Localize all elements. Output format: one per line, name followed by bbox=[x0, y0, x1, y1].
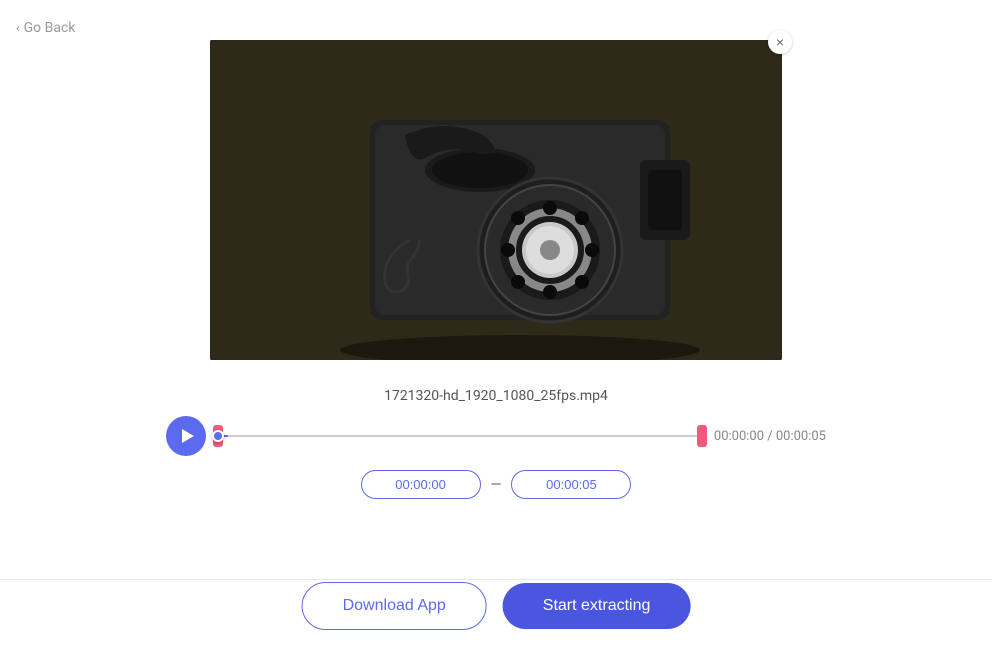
footer-divider bbox=[0, 579, 992, 580]
close-video-button[interactable]: × bbox=[768, 30, 792, 54]
go-back-label: Go Back bbox=[24, 20, 76, 36]
timeline-track[interactable] bbox=[218, 421, 702, 451]
chevron-left-icon: ‹ bbox=[16, 21, 20, 35]
time-display: 00:00:00 / 00:00:05 bbox=[714, 429, 826, 444]
phone-image-svg bbox=[210, 40, 782, 360]
video-preview: × bbox=[210, 40, 782, 360]
track-background bbox=[218, 435, 702, 437]
close-icon: × bbox=[776, 34, 784, 50]
time-range: — bbox=[361, 470, 632, 499]
player-controls: 00:00:00 / 00:00:05 bbox=[166, 416, 826, 456]
play-button[interactable] bbox=[166, 416, 206, 456]
play-icon bbox=[182, 429, 194, 443]
filename-label: 1721320-hd_1920_1080_25fps.mp4 bbox=[384, 388, 608, 404]
main-content: × bbox=[0, 0, 992, 499]
playhead[interactable] bbox=[212, 430, 224, 442]
go-back-button[interactable]: ‹ Go Back bbox=[16, 20, 75, 36]
download-app-button[interactable]: Download App bbox=[302, 582, 487, 630]
trim-handle-right[interactable] bbox=[697, 425, 707, 447]
player-section: 1721320-hd_1920_1080_25fps.mp4 00:00:00 … bbox=[166, 388, 826, 499]
time-range-dash: — bbox=[491, 477, 502, 493]
footer-buttons: Download App Start extracting bbox=[302, 582, 691, 630]
video-thumbnail bbox=[210, 40, 782, 360]
range-start-input[interactable] bbox=[361, 470, 481, 499]
range-end-input[interactable] bbox=[511, 470, 631, 499]
start-extracting-button[interactable]: Start extracting bbox=[503, 583, 691, 629]
